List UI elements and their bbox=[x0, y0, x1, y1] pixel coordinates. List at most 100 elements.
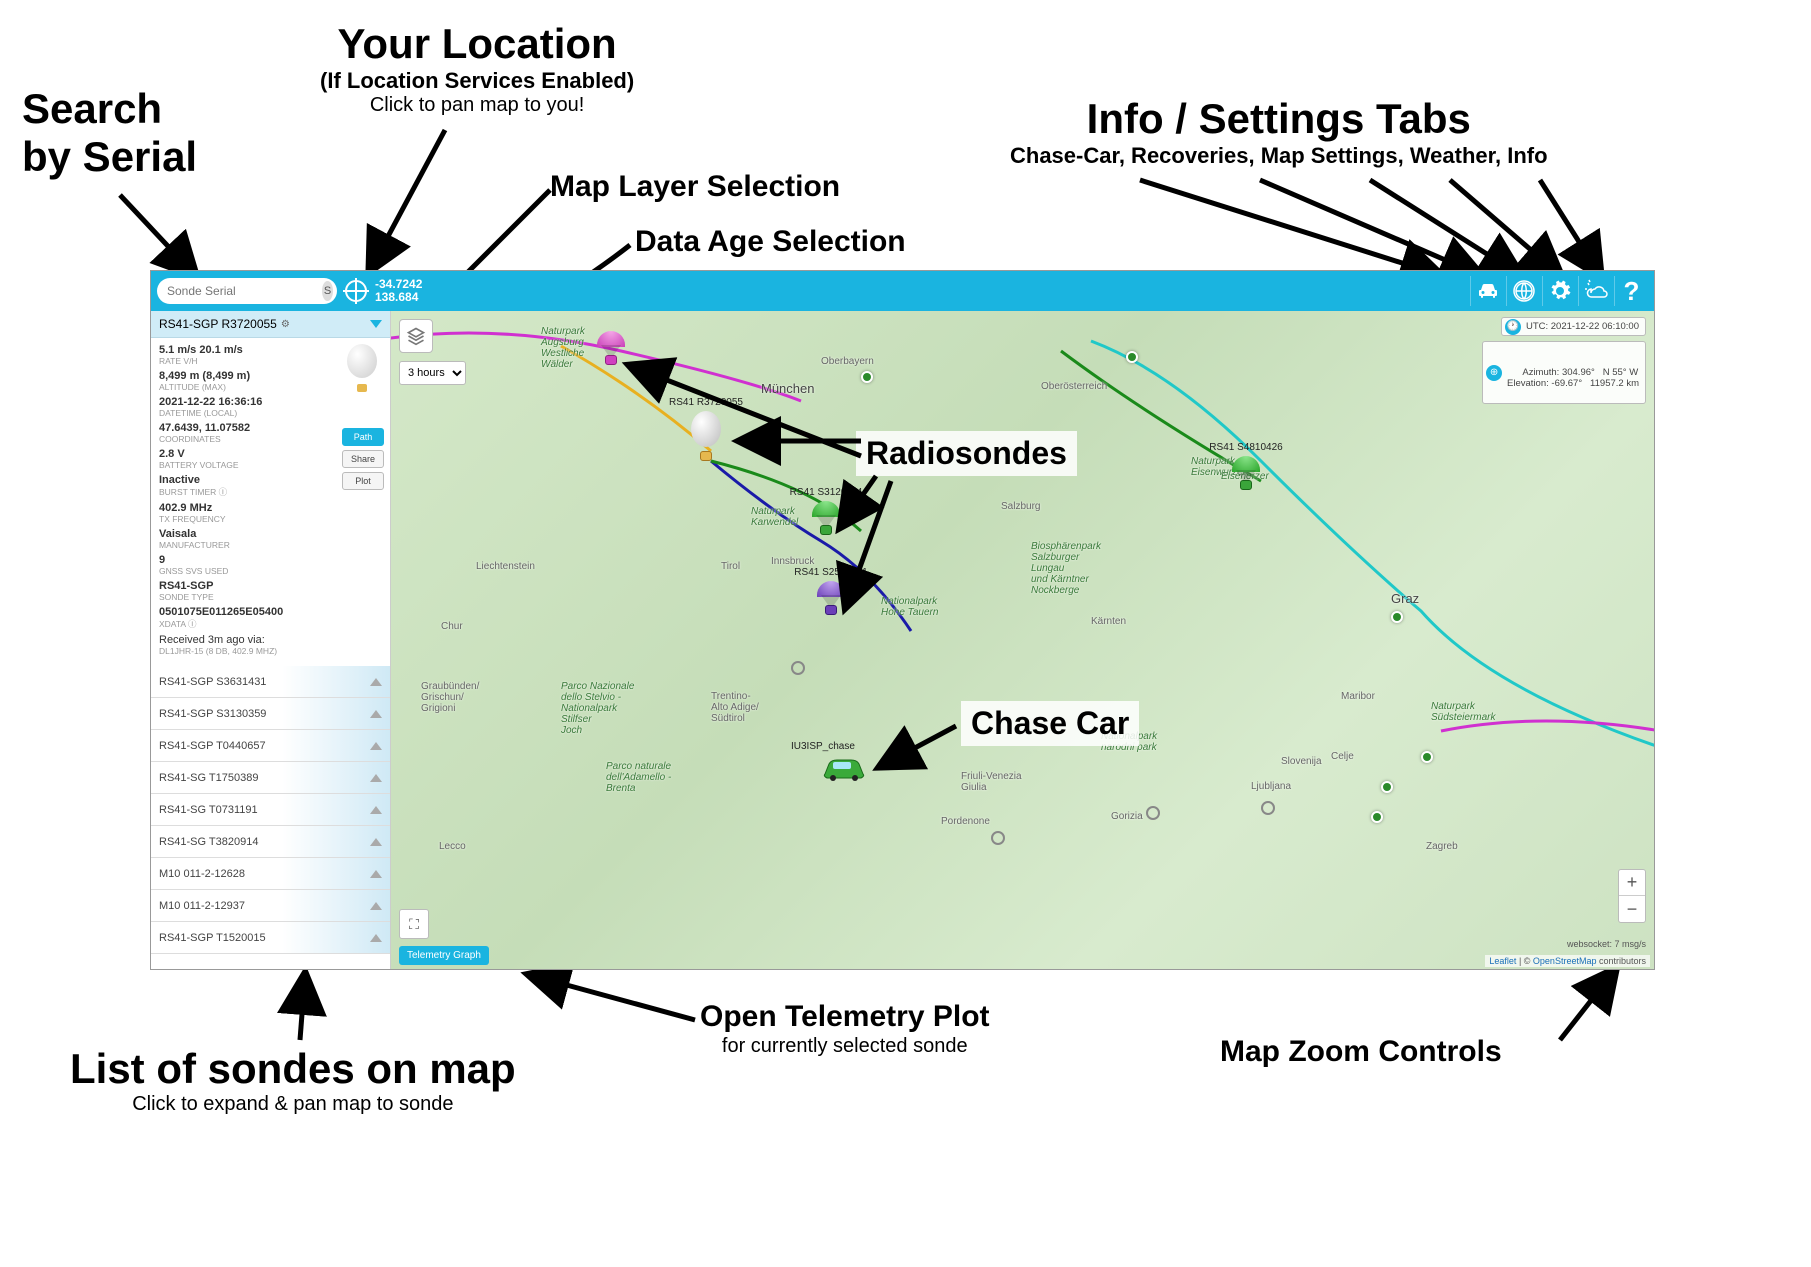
rx-line1: Received 3m ago via: bbox=[159, 634, 382, 646]
list-item[interactable]: RS41-SGP T1520015 bbox=[151, 922, 390, 954]
place-liechtenstein: Liechtenstein bbox=[476, 561, 535, 572]
lon-value: 138.684 bbox=[375, 291, 422, 304]
settings-tab-icon[interactable] bbox=[1542, 276, 1576, 306]
station-ring[interactable] bbox=[991, 831, 1005, 845]
rx-line2: DL1JHR-15 (8 DB, 402.9 MHZ) bbox=[159, 646, 382, 656]
station-dot[interactable] bbox=[1421, 751, 1433, 763]
sonde-detail-panel: 5.1 m/s 20.1 m/s RATE V/H 8,499 m (8,499… bbox=[151, 338, 390, 666]
sonde-marker[interactable] bbox=[591, 331, 631, 365]
annot-search: Search by Serial bbox=[22, 85, 197, 182]
annot-telemetry: Open Telemetry Plot for currently select… bbox=[700, 1000, 990, 1058]
zoom-in-button[interactable]: + bbox=[1619, 870, 1645, 896]
place-celje: Celje bbox=[1331, 751, 1354, 762]
annot-zoom: Map Zoom Controls bbox=[1220, 1035, 1502, 1070]
chevron-up-icon bbox=[370, 678, 382, 686]
callout-chasecar: Chase Car bbox=[961, 701, 1139, 746]
selected-sonde-header[interactable]: RS41-SGP R3720055 ⚙ bbox=[151, 311, 390, 338]
search-input[interactable] bbox=[167, 284, 322, 298]
search-wrap: S bbox=[157, 278, 337, 304]
place-friuli: Friuli-Venezia Giulia bbox=[961, 771, 1022, 793]
gear-icon[interactable]: ⚙ bbox=[281, 319, 290, 330]
sonde-name: RS41-SG T3820914 bbox=[159, 836, 258, 848]
list-item[interactable]: RS41-SGP T0440657 bbox=[151, 730, 390, 762]
annot-location: Your Location (If Location Services Enab… bbox=[320, 20, 634, 117]
websocket-status: websocket: 7 msg/s bbox=[1567, 939, 1646, 949]
weather-tab-icon[interactable] bbox=[1578, 276, 1612, 306]
annot-age: Data Age Selection bbox=[635, 225, 906, 260]
user-coords[interactable]: -34.7242 138.684 bbox=[375, 278, 422, 304]
list-item[interactable]: RS41-SG T0731191 bbox=[151, 794, 390, 826]
azel-status: ⊕ Azimuth: 304.96° N 55° W Elevation: -6… bbox=[1482, 341, 1646, 404]
chevron-up-icon bbox=[370, 934, 382, 942]
place-pordenone: Pordenone bbox=[941, 816, 990, 827]
list-item[interactable]: M10 011-2-12937 bbox=[151, 890, 390, 922]
chevron-up-icon bbox=[370, 870, 382, 878]
list-item[interactable]: RS41-SGP S3130359 bbox=[151, 698, 390, 730]
sonde-name: M10 011-2-12628 bbox=[159, 868, 245, 880]
map-canvas[interactable]: München Oberbayern Salzburg Graz Ljublja… bbox=[391, 311, 1654, 969]
search-button[interactable]: S bbox=[322, 281, 333, 301]
zoom-control: + − bbox=[1618, 869, 1646, 923]
place-lecco: Lecco bbox=[439, 841, 466, 852]
place-tirol: Tirol bbox=[721, 561, 740, 572]
clock-icon: 🕐 bbox=[1505, 319, 1521, 335]
place-ljubljana: Ljubljana bbox=[1251, 781, 1291, 792]
place-graubunden: Graubünden/ Grischun/ Grigioni bbox=[421, 681, 479, 714]
list-item[interactable]: RS41-SG T1750389 bbox=[151, 762, 390, 794]
sonde-name: RS41-SG T0731191 bbox=[159, 804, 258, 816]
path-button[interactable]: Path bbox=[342, 428, 384, 446]
zoom-out-button[interactable]: − bbox=[1619, 896, 1645, 922]
share-button[interactable]: Share bbox=[342, 450, 384, 468]
fullscreen-button[interactable]: ⛶ bbox=[399, 909, 429, 939]
chevron-up-icon bbox=[370, 838, 382, 846]
telemetry-graph-button[interactable]: Telemetry Graph bbox=[399, 946, 489, 965]
data-age-select[interactable]: 3 hours bbox=[399, 361, 466, 385]
place-karnten: Kärnten bbox=[1091, 616, 1126, 627]
balloon-icon bbox=[344, 344, 380, 394]
sonde-marker[interactable]: RS41 S4810426 bbox=[1226, 456, 1266, 490]
station-ring[interactable] bbox=[791, 661, 805, 675]
dt-label: DATETIME (LOCAL) bbox=[159, 408, 382, 418]
layer-control[interactable] bbox=[399, 319, 433, 353]
list-item[interactable]: M10 011-2-12628 bbox=[151, 858, 390, 890]
place-oberosterreich: Oberösterreich bbox=[1041, 381, 1107, 392]
place-oberbayern: Oberbayern bbox=[821, 356, 874, 367]
sonde-sidebar[interactable]: RS41-SGP R3720055 ⚙ 5.1 m/s 20.1 m/s RAT… bbox=[151, 311, 391, 969]
station-dot[interactable] bbox=[1381, 781, 1393, 793]
sonde-marker-balloon[interactable]: RS41 R3720055 bbox=[686, 411, 726, 461]
locate-icon[interactable] bbox=[345, 280, 367, 302]
marker-label: RS41 S4810426 bbox=[1209, 442, 1282, 453]
place-park5: Biosphärenpark Salzburger Lungau und Kär… bbox=[1031, 541, 1101, 596]
list-item[interactable]: RS41-SGP S3631431 bbox=[151, 666, 390, 698]
station-dot[interactable] bbox=[1391, 611, 1403, 623]
utc-status: 🕐 UTC: 2021-12-22 06:10:00 bbox=[1501, 317, 1646, 336]
sonde-name: RS41-SGP S3631431 bbox=[159, 676, 266, 688]
station-dot[interactable] bbox=[1371, 811, 1383, 823]
sonde-marker[interactable]: RS41 S2530601 bbox=[811, 581, 851, 615]
chevron-up-icon bbox=[370, 774, 382, 782]
leaflet-link[interactable]: Leaflet bbox=[1489, 956, 1516, 966]
recoveries-tab-icon[interactable] bbox=[1506, 276, 1540, 306]
collapse-icon[interactable] bbox=[370, 320, 382, 328]
svs-value: 9 bbox=[159, 554, 382, 566]
station-ring[interactable] bbox=[1261, 801, 1275, 815]
mfr-value: Vaisala bbox=[159, 528, 382, 540]
plot-button[interactable]: Plot bbox=[342, 472, 384, 490]
utc-text: UTC: 2021-12-22 06:10:00 bbox=[1526, 321, 1639, 332]
osm-link[interactable]: OpenStreetMap bbox=[1533, 956, 1597, 966]
sonde-name: RS41-SGP T1520015 bbox=[159, 932, 266, 944]
station-dot[interactable] bbox=[1126, 351, 1138, 363]
info-tab-icon[interactable]: ? bbox=[1614, 276, 1648, 306]
place-trentino: Trentino- Alto Adige/ Südtirol bbox=[711, 691, 759, 724]
place-park4: Parco naturale dell'Adamello - Brenta bbox=[606, 761, 671, 794]
sonde-marker[interactable]: RS41 S3120114 bbox=[806, 501, 846, 535]
chevron-up-icon bbox=[370, 806, 382, 814]
list-item[interactable]: RS41-SG T3820914 bbox=[151, 826, 390, 858]
chasecar-marker[interactable] bbox=[821, 756, 867, 778]
place-park6: Nationalpark Hohe Tauern bbox=[881, 596, 938, 618]
chevron-up-icon bbox=[370, 742, 382, 750]
chevron-up-icon bbox=[370, 902, 382, 910]
chasecar-tab-icon[interactable] bbox=[1470, 276, 1504, 306]
station-ring[interactable] bbox=[1146, 806, 1160, 820]
station-dot[interactable] bbox=[861, 371, 873, 383]
